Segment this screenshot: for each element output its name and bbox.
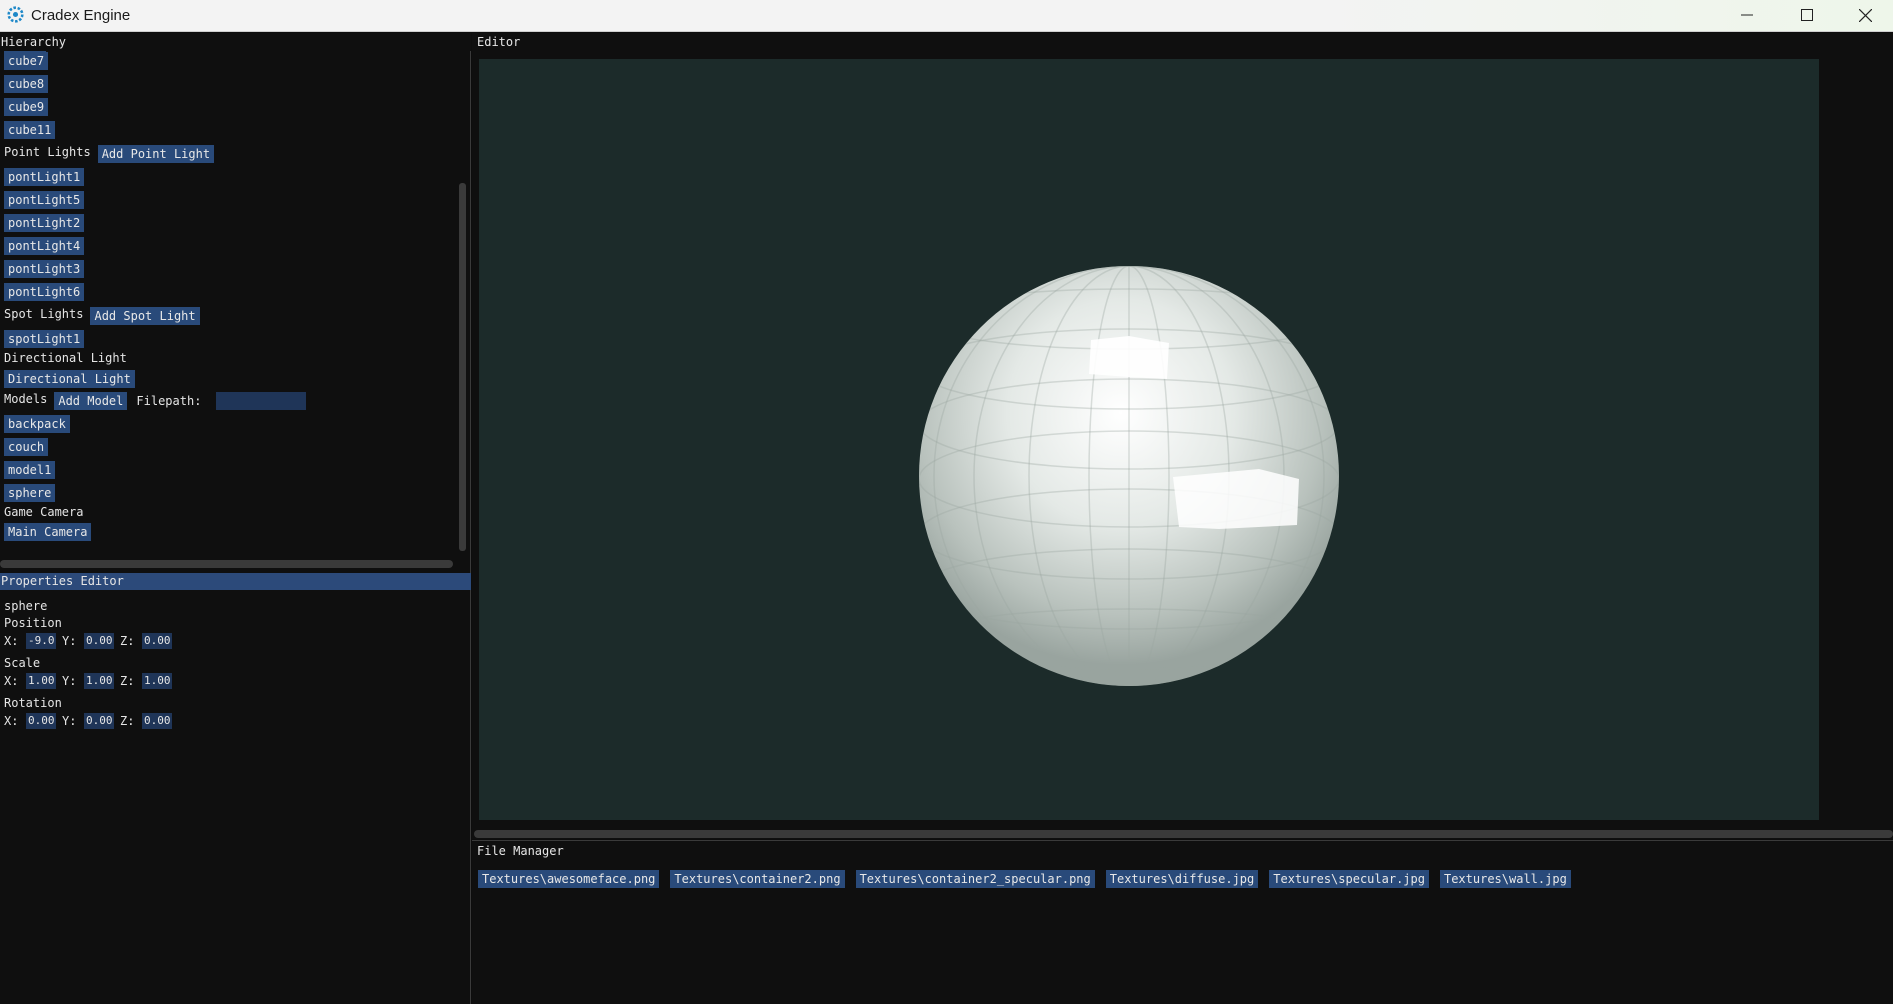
z-label: Z:	[120, 674, 135, 688]
directional-light-button[interactable]: Directional Light	[4, 370, 135, 388]
position-x-field[interactable]: -9.0	[26, 633, 56, 649]
main-camera-button[interactable]: Main Camera	[4, 523, 92, 541]
scene-viewport[interactable]	[479, 59, 1819, 820]
point-lights-label: Point Lights	[4, 145, 91, 159]
hierarchy-vertical-scrollbar[interactable]	[459, 183, 466, 551]
window-title: Cradex Engine	[31, 7, 131, 24]
close-button[interactable]	[1836, 0, 1893, 30]
file-list: Textures\awesomeface.png Textures\contai…	[478, 870, 1571, 888]
hierarchy-horizontal-scrollbar[interactable]	[0, 560, 453, 568]
minimize-button[interactable]	[1718, 0, 1776, 30]
filepath-label: Filepath:	[136, 394, 202, 408]
hierarchy-item-model[interactable]: model1	[4, 461, 56, 479]
z-label: Z:	[120, 634, 135, 648]
hierarchy-header: Hierarchy	[0, 33, 471, 51]
hierarchy-item-cube[interactable]: cube11	[4, 121, 56, 139]
selected-object-name: sphere	[4, 599, 48, 613]
title-bar: Cradex Engine	[0, 0, 1893, 32]
rotation-label: Rotation	[4, 696, 62, 710]
hierarchy-item-point-light[interactable]: pontLight5	[4, 191, 85, 209]
file-item[interactable]: Textures\awesomeface.png	[478, 870, 660, 888]
minimize-icon	[1741, 14, 1753, 16]
hierarchy-item-model[interactable]: backpack	[4, 415, 70, 433]
position-y-field[interactable]: 0.00	[84, 633, 114, 649]
scale-z-field[interactable]: 1.00	[142, 673, 172, 689]
x-label: X:	[4, 714, 19, 728]
app-logo-icon	[7, 6, 24, 23]
scale-x-field[interactable]: 1.00	[26, 673, 56, 689]
hierarchy-item-point-light[interactable]: pontLight2	[4, 214, 85, 232]
hierarchy-item-cube[interactable]: cube7	[4, 52, 49, 70]
game-camera-label: Game Camera	[4, 505, 84, 519]
x-label: X:	[4, 674, 19, 688]
hierarchy-item-point-light[interactable]: pontLight4	[4, 237, 85, 255]
properties-panel: Properties Editor sphere Position X: -9.…	[0, 573, 471, 1004]
filepath-input[interactable]	[216, 392, 307, 410]
file-item[interactable]: Textures\wall.jpg	[1439, 870, 1571, 888]
file-item[interactable]: Textures\container2_specular.png	[855, 870, 1095, 888]
file-item[interactable]: Textures\diffuse.jpg	[1105, 870, 1259, 888]
hierarchy-item-point-light[interactable]: pontLight6	[4, 283, 85, 301]
hierarchy-item-model[interactable]: sphere	[4, 484, 56, 502]
rotation-y-field[interactable]: 0.00	[84, 713, 114, 729]
editor-panel: Editor	[472, 33, 1893, 839]
close-icon	[1858, 8, 1872, 22]
position-z-field[interactable]: 0.00	[142, 633, 172, 649]
y-label: Y:	[62, 634, 77, 648]
properties-header: Properties Editor	[0, 573, 471, 590]
models-label: Models	[4, 392, 48, 406]
file-manager-header: File Manager	[477, 844, 564, 858]
position-label: Position	[4, 616, 62, 630]
rotation-x-field[interactable]: 0.00	[26, 713, 56, 729]
y-label: Y:	[62, 674, 77, 688]
editor-header: Editor	[477, 35, 521, 49]
hierarchy-tree[interactable]: cube7 cube8 cube9 cube11 Point Lights Ad…	[0, 51, 460, 571]
z-label: Z:	[120, 714, 135, 728]
add-spot-light-button[interactable]: Add Spot Light	[90, 307, 200, 325]
file-item[interactable]: Textures\specular.jpg	[1269, 870, 1429, 888]
file-item[interactable]: Textures\container2.png	[670, 870, 845, 888]
rotation-z-field[interactable]: 0.00	[142, 713, 172, 729]
x-label: X:	[4, 634, 19, 648]
hierarchy-item-point-light[interactable]: pontLight1	[4, 168, 85, 186]
scale-label: Scale	[4, 656, 41, 670]
sphere-render	[919, 266, 1339, 686]
hierarchy-item-model[interactable]: couch	[4, 438, 49, 456]
hierarchy-item-point-light[interactable]: pontLight3	[4, 260, 85, 278]
maximize-icon	[1801, 9, 1813, 21]
directional-light-label: Directional Light	[4, 351, 127, 365]
y-label: Y:	[62, 714, 77, 728]
editor-horizontal-scrollbar[interactable]	[474, 830, 1893, 838]
hierarchy-item-cube[interactable]: cube9	[4, 98, 49, 116]
hierarchy-item-spot-light[interactable]: spotLight1	[4, 330, 85, 348]
hierarchy-item-cube[interactable]: cube8	[4, 75, 49, 93]
file-manager-panel: File Manager Textures\awesomeface.png Te…	[472, 840, 1893, 1004]
scale-y-field[interactable]: 1.00	[84, 673, 114, 689]
add-point-light-button[interactable]: Add Point Light	[97, 145, 215, 163]
maximize-button[interactable]	[1778, 0, 1836, 30]
add-model-button[interactable]: Add Model	[54, 392, 128, 410]
hierarchy-panel: Hierarchy cube7 cube8 cube9 cube11 Point…	[0, 33, 471, 573]
spot-lights-label: Spot Lights	[4, 307, 84, 321]
